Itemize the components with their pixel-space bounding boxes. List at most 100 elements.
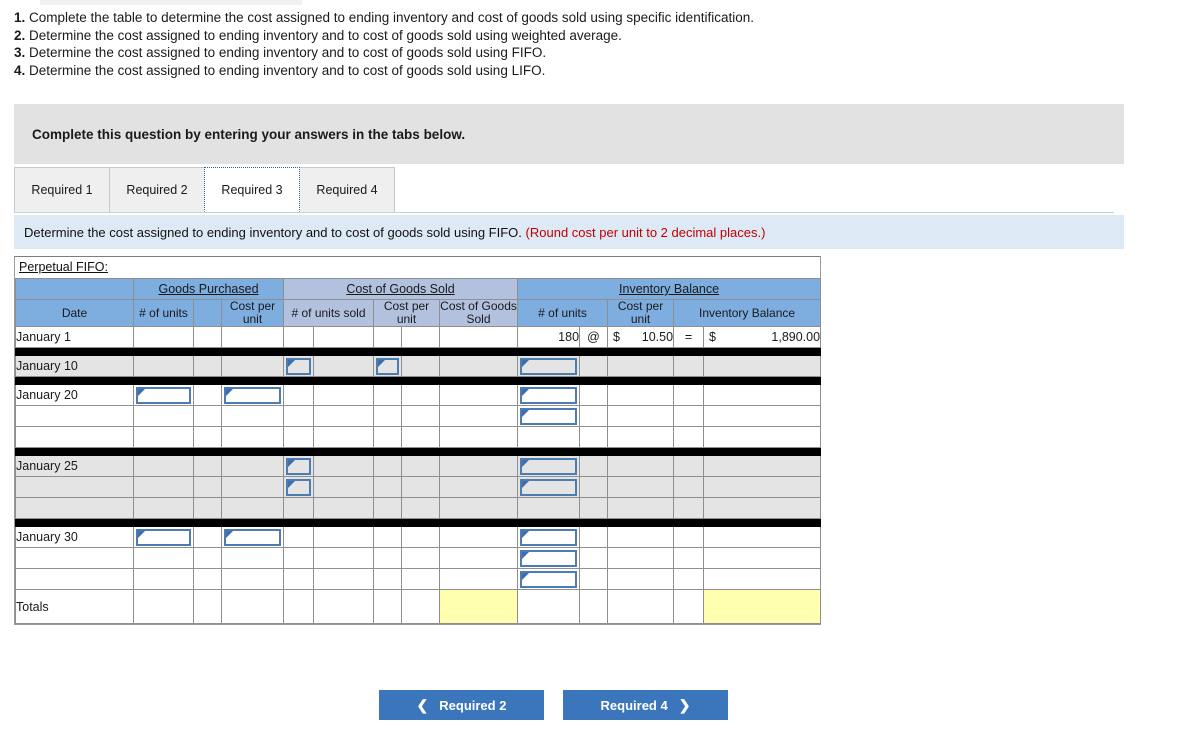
cell-purchased-cost	[221, 455, 284, 477]
input-units-sold[interactable]	[286, 478, 311, 496]
chevron-right-icon: ❯	[678, 696, 691, 713]
question-text: Determine the cost assigned to ending in…	[24, 224, 522, 240]
cell-total-cogs[interactable]	[438, 589, 519, 624]
cell-sold-cost-a	[373, 326, 402, 348]
tab-required-1[interactable]: Required 1	[14, 167, 110, 212]
tab-label: Required 3	[221, 182, 283, 197]
cell-purchased-cost-input[interactable]	[221, 384, 284, 406]
prev-required-button[interactable]: ❮ Required 2	[379, 690, 544, 720]
cell-balance-cost-per-unit	[607, 455, 675, 477]
requirement-number: 2.	[14, 27, 26, 43]
cell-balance-units-input[interactable]	[517, 405, 581, 427]
cell-sold-units-input[interactable]	[283, 476, 314, 498]
tab-required-3[interactable]: Required 3	[204, 167, 300, 212]
cell-balance-units-input[interactable]	[517, 355, 581, 377]
cell-balance-units-input[interactable]	[517, 476, 581, 498]
cell-balance-units	[517, 589, 581, 624]
cell-sold-cost-b	[401, 526, 440, 548]
input-balance-units[interactable]	[520, 528, 578, 546]
cell-balance-cost-per-unit: $10.50	[607, 326, 675, 348]
requirement-item: 2. Determine the cost assigned to ending…	[14, 27, 1154, 45]
prev-button-label: Required 2	[439, 697, 507, 713]
cell-purchased-blank	[193, 384, 222, 406]
cell-sold-cost-b	[401, 497, 440, 519]
cell-purchased-units-input[interactable]	[133, 384, 194, 406]
cell-equals-symbol	[673, 355, 705, 377]
cell-balance-cost-per-unit	[607, 526, 675, 548]
cell-inventory-balance: $1,890.00	[703, 326, 822, 348]
cell-balance-units-input[interactable]	[517, 547, 581, 569]
cell-purchased-units	[133, 568, 194, 590]
cell-equals-symbol	[673, 426, 705, 448]
input-balance-units[interactable]	[520, 407, 578, 425]
input-purchased-cost-per-unit[interactable]	[224, 386, 281, 404]
cell-purchased-blank	[193, 476, 222, 498]
cell-balance-units	[517, 497, 581, 519]
cell-inventory-balance	[703, 355, 822, 377]
cell-sold-units-input[interactable]	[283, 355, 314, 377]
requirement-text: Determine the cost assigned to ending in…	[29, 27, 622, 43]
input-balance-units[interactable]	[520, 478, 578, 496]
input-purchased-units[interactable]	[136, 386, 191, 404]
cell-sold-units-b	[313, 476, 374, 498]
input-purchased-units[interactable]	[136, 528, 191, 546]
input-balance-units[interactable]	[520, 457, 578, 475]
cell-total-inventory-balance[interactable]	[703, 589, 822, 624]
header-balance-cost-per-unit: Cost per unit	[607, 299, 675, 327]
tab-required-4[interactable]: Required 4	[299, 167, 395, 212]
cell-sold-units-a	[283, 326, 314, 348]
cell-sold-cost-a	[373, 568, 402, 590]
header-date: Date	[15, 299, 134, 327]
cell-sold-units-b	[313, 589, 374, 624]
cell-sold-cost-input[interactable]	[373, 355, 402, 377]
input-balance-units[interactable]	[520, 549, 578, 567]
input-purchased-cost-per-unit[interactable]	[224, 528, 281, 546]
cell-sold-units-a	[283, 589, 314, 624]
instruction-banner-text: Complete this question by entering your …	[32, 126, 466, 142]
row-separator-band	[14, 447, 822, 456]
cell-balance-units-input[interactable]	[517, 384, 581, 406]
table-row	[15, 568, 822, 590]
next-required-button[interactable]: Required 4 ❯	[563, 690, 728, 720]
cell-balance-units-input[interactable]	[517, 455, 581, 477]
table-row-january-30: January 30	[15, 526, 822, 548]
cell-balance-cost-per-unit	[607, 426, 675, 448]
cell-sold-cost-b	[401, 384, 440, 406]
cell-purchased-cost-input[interactable]	[221, 526, 284, 548]
requirements-list: 1. Complete the table to determine the c…	[14, 9, 1154, 79]
requirement-item: 3. Determine the cost assigned to ending…	[14, 44, 1154, 62]
cell-cogs-amount	[438, 497, 519, 519]
tab-label: Required 2	[126, 183, 188, 197]
cell-equals-symbol	[673, 384, 705, 406]
input-units-sold[interactable]	[286, 357, 311, 375]
input-balance-units[interactable]	[520, 570, 578, 588]
perpetual-fifo-worksheet: Perpetual FIFO: Goods Purchased Cost of …	[14, 256, 822, 625]
row-separator-band	[14, 347, 822, 356]
cell-purchased-units-input[interactable]	[133, 526, 194, 548]
inventory-balance-value: 1,890.00	[771, 330, 821, 344]
row-date-label: January 20	[15, 384, 134, 406]
table-row-january-25: January 25	[15, 455, 822, 477]
cell-equals-symbol	[673, 497, 705, 519]
cell-sold-cost-a	[373, 497, 402, 519]
input-balance-units[interactable]	[520, 357, 578, 375]
requirement-number: 3.	[14, 45, 26, 60]
input-balance-units[interactable]	[520, 386, 578, 404]
cell-balance-units-input[interactable]	[517, 568, 581, 590]
cell-sold-units-b	[313, 355, 374, 377]
cell-sold-cost-b	[401, 568, 440, 590]
cell-at-symbol	[579, 476, 609, 498]
cell-purchased-units	[133, 355, 194, 377]
table-row-january-1: January 1 180 @ $10.50 = $1,890.00	[15, 326, 822, 348]
input-units-sold[interactable]	[286, 457, 311, 475]
cell-balance-cost-per-unit	[607, 568, 675, 590]
cell-cogs-amount	[438, 426, 519, 448]
cell-sold-units-input[interactable]	[283, 455, 314, 477]
fifo-table: Goods Purchased Cost of Goods Sold Inven…	[14, 278, 822, 624]
cell-balance-units-input[interactable]	[517, 526, 581, 548]
input-sold-cost-per-unit[interactable]	[376, 357, 399, 375]
requirement-text: Determine the cost assigned to ending in…	[29, 45, 547, 60]
cell-purchased-units	[133, 326, 194, 348]
tab-required-2[interactable]: Required 2	[109, 167, 205, 212]
cell-at-symbol	[579, 384, 609, 406]
